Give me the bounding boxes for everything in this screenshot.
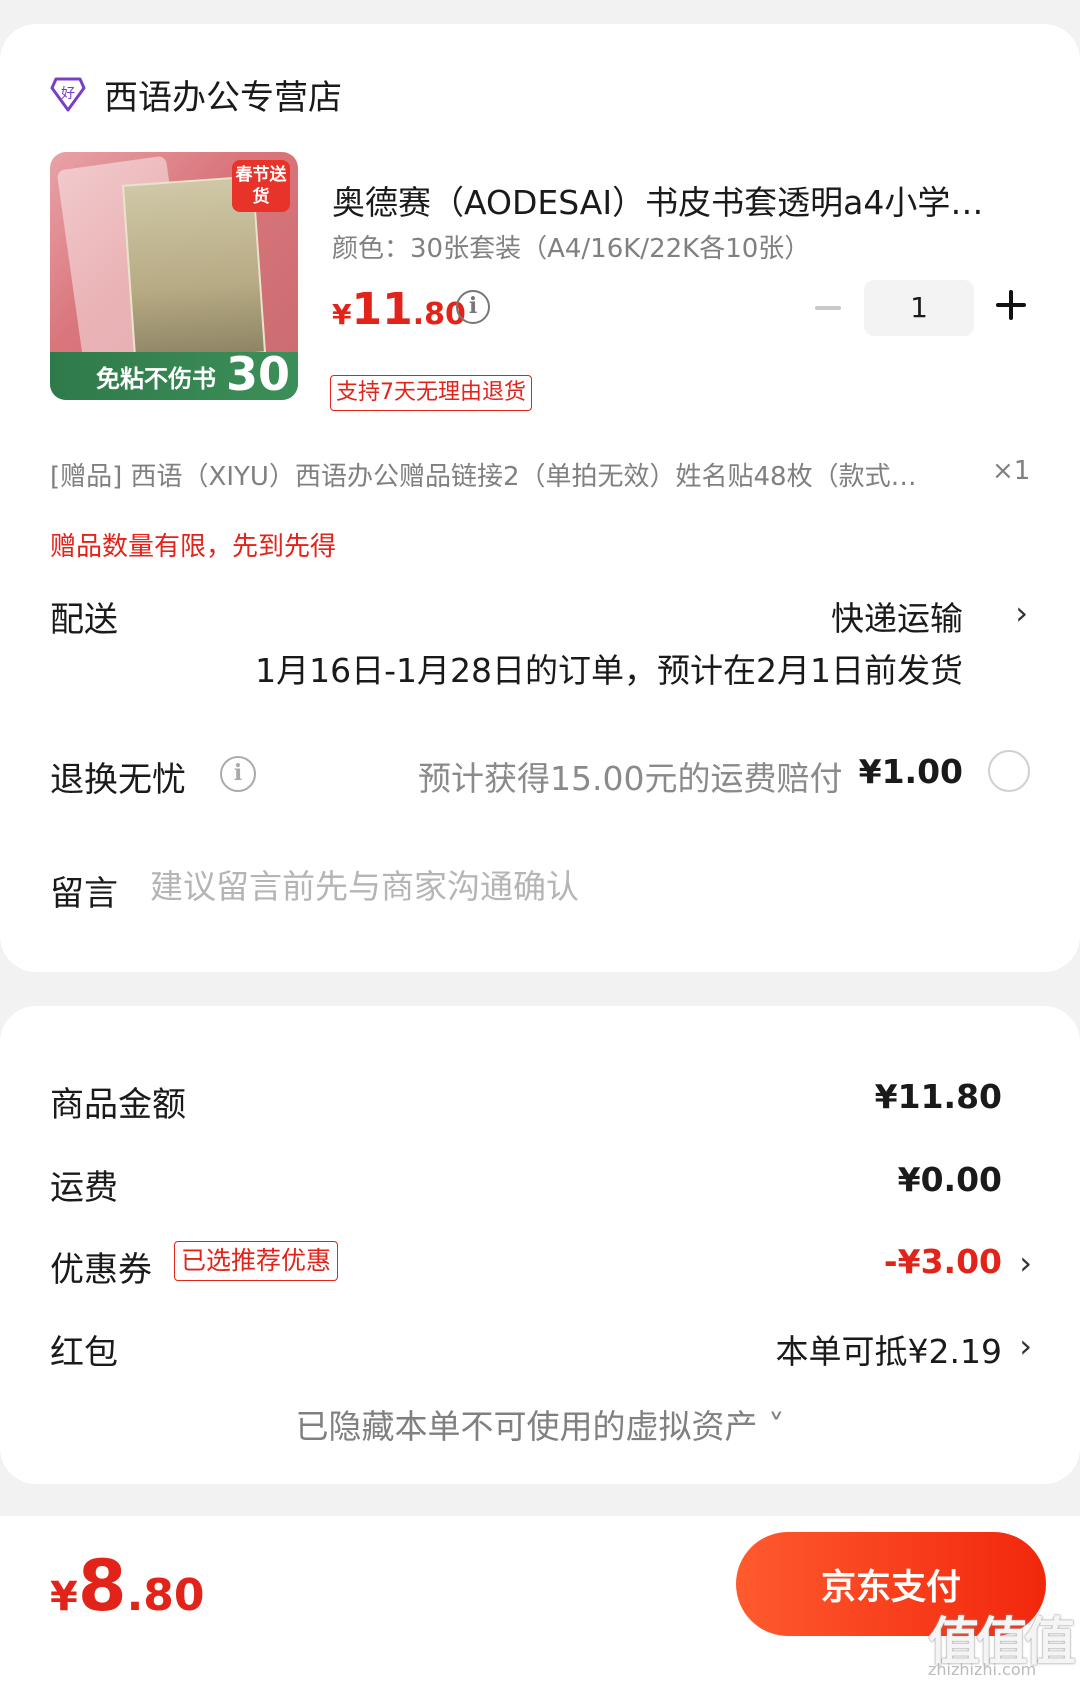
hidden-assets-toggle[interactable]: 已隐藏本单不可使用的虚拟资产 ˅	[0, 1400, 1080, 1448]
goods-amount-value: ¥11.80	[874, 1077, 1002, 1116]
total-integer: 8	[77, 1545, 127, 1627]
memo-label: 留言	[50, 874, 118, 914]
quantity-increase-button[interactable]	[996, 290, 1026, 320]
gift-item[interactable]: [赠品] 西语（XIYU）西语办公赠品链接2（单拍无效）姓名贴48枚（款式…	[50, 456, 980, 493]
worry-free-info-icon[interactable]: i	[220, 756, 256, 792]
delivery-label: 配送	[50, 600, 118, 640]
delivery-schedule: 1月16日-1月28日的订单，预计在2月1日前发货	[255, 651, 963, 690]
shipping-fee-label: 运费	[50, 1168, 118, 1208]
red-packet-value[interactable]: 本单可抵¥2.19	[776, 1325, 1002, 1373]
spring-festival-badge: 春节送货	[232, 160, 290, 212]
worry-free-radio[interactable]	[988, 750, 1030, 792]
coupon-chevron-icon[interactable]: ›	[1019, 1244, 1032, 1282]
return-policy-tag: 支持7天无理由退货	[330, 375, 532, 411]
worry-free-description: 预计获得15.00元的运费赔付	[418, 759, 843, 798]
red-packet-label: 红包	[50, 1333, 118, 1373]
product-price: ¥11.80	[332, 284, 466, 335]
delivery-method[interactable]: 快递运输	[831, 592, 963, 640]
image-count: 30	[225, 347, 290, 400]
total-decimal: .80	[126, 1570, 205, 1621]
image-caption: 免粘不伤书	[96, 365, 216, 393]
delivery-chevron-icon[interactable]: ›	[1015, 594, 1028, 632]
shipping-fee-value: ¥0.00	[897, 1160, 1002, 1199]
coupon-value[interactable]: -¥3.00	[884, 1242, 1002, 1281]
goods-amount-label: 商品金额	[50, 1085, 186, 1125]
price-integer: 11	[351, 284, 413, 335]
gift-quantity: ×1	[992, 456, 1031, 486]
price-info-icon[interactable]: i	[456, 290, 490, 324]
worry-free-label: 退换无忧	[50, 760, 186, 800]
store-badge-icon: 好	[50, 77, 86, 112]
product-image[interactable]: 春节送货 免粘不伤书 30	[50, 152, 298, 400]
total-price: ¥8.80	[50, 1545, 205, 1627]
price-currency: ¥	[332, 298, 352, 331]
quantity-decrease-button[interactable]	[815, 306, 841, 310]
gift-notice: 赠品数量有限，先到先得	[50, 532, 337, 562]
coupon-label: 优惠券	[50, 1250, 152, 1290]
worry-free-price: ¥1.00	[858, 752, 963, 791]
product-variant[interactable]: 颜色：30张套装（A4/16K/22K各10张）	[332, 228, 810, 265]
total-currency: ¥	[50, 1574, 78, 1620]
svg-text:好: 好	[61, 86, 75, 102]
red-packet-chevron-icon[interactable]: ›	[1019, 1327, 1032, 1365]
quantity-field[interactable]: 1	[864, 280, 974, 336]
watermark-url: zhizhizhi.com	[928, 1660, 1037, 1679]
product-title[interactable]: 奥德赛（AODESAI）书皮书套透明a4小学…	[332, 176, 1032, 224]
coupon-selected-tag: 已选推荐优惠	[174, 1241, 339, 1281]
store-name[interactable]: 西语办公专营店	[104, 70, 342, 119]
memo-input[interactable]	[150, 862, 1010, 910]
